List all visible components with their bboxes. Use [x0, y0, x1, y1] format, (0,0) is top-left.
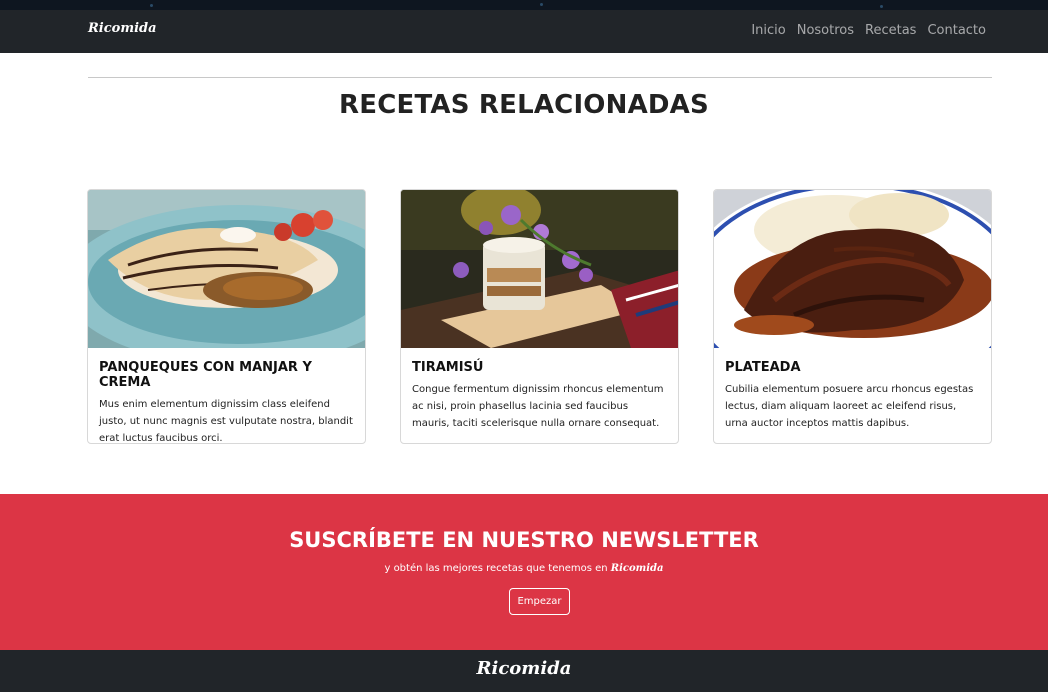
plateada-photo [714, 190, 991, 348]
nav-link-inicio[interactable]: Inicio [751, 23, 785, 38]
top-strip [0, 0, 1048, 10]
card-body: TIRAMISÚ Congue fermentum dignissim rhon… [401, 348, 678, 432]
newsletter-title: SUSCRÍBETE EN NUESTRO NEWSLETTER [289, 528, 759, 552]
card-text: Cubilia elementum posuere arcu rhoncus e… [725, 384, 974, 429]
decorative-dot [150, 4, 153, 7]
footer: Ricomida [0, 650, 1048, 692]
recipe-card[interactable]: PANQUEQUES CON MANJAR Y CREMA Mus enim e… [87, 189, 366, 444]
brand-logo[interactable]: Ricomida [88, 21, 157, 36]
navbar: Ricomida Inicio Nosotros Recetas Contact… [0, 10, 1048, 53]
nav-link-nosotros[interactable]: Nosotros [797, 23, 854, 38]
decorative-dot [540, 3, 543, 6]
recipe-image-crepes[interactable] [88, 190, 365, 348]
crepes-photo [88, 190, 365, 348]
card-title[interactable]: PANQUEQUES CON MANJAR Y CREMA [99, 360, 354, 390]
newsletter-subtitle-text: y obtén las mejores recetas que tenemos … [384, 563, 608, 574]
tiramisu-photo [401, 190, 678, 348]
newsletter-section: SUSCRÍBETE EN NUESTRO NEWSLETTER y obtén… [0, 494, 1048, 650]
footer-brand-logo[interactable]: Ricomida [477, 658, 572, 679]
start-button[interactable]: Empezar [509, 588, 570, 615]
nav-link-recetas[interactable]: Recetas [865, 23, 916, 38]
newsletter-brand: Ricomida [610, 563, 664, 574]
recipe-card[interactable]: PLATEADA Cubilia elementum posuere arcu … [713, 189, 992, 444]
section-title: RECETAS RELACIONADAS [339, 90, 709, 120]
decorative-dot [880, 5, 883, 8]
nav-link-contacto[interactable]: Contacto [927, 23, 986, 38]
card-text: Congue fermentum dignissim rhoncus eleme… [412, 384, 664, 429]
recipe-card[interactable]: TIRAMISÚ Congue fermentum dignissim rhon… [400, 189, 679, 444]
card-body: PLATEADA Cubilia elementum posuere arcu … [714, 348, 991, 432]
recipe-image-plateada[interactable] [714, 190, 991, 348]
card-title[interactable]: PLATEADA [725, 360, 980, 375]
card-title[interactable]: TIRAMISÚ [412, 360, 667, 375]
section-divider [88, 77, 992, 78]
newsletter-subtitle: y obtén las mejores recetas que tenemos … [0, 563, 1048, 574]
card-body: PANQUEQUES CON MANJAR Y CREMA Mus enim e… [88, 348, 365, 444]
nav-links: Inicio Nosotros Recetas Contacto [751, 23, 986, 38]
recipe-image-tiramisu[interactable] [401, 190, 678, 348]
card-text: Mus enim elementum dignissim class eleif… [99, 399, 353, 444]
